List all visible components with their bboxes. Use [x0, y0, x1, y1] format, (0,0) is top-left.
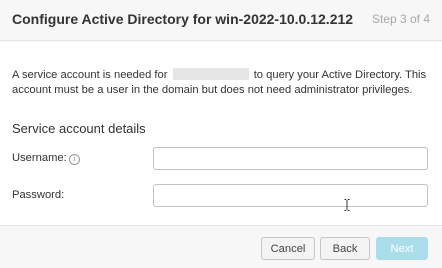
text-cursor-icon [344, 199, 350, 211]
username-label: Username: i [12, 152, 80, 165]
password-label: Password: [12, 189, 65, 201]
description-text: A service account is needed for to query… [12, 68, 432, 97]
next-button[interactable]: Next [376, 237, 428, 260]
username-input[interactable] [153, 147, 428, 170]
dialog-title: Configure Active Directory for win-2022-… [12, 11, 354, 27]
password-input[interactable] [153, 184, 428, 207]
section-title: Service account details [12, 121, 146, 136]
configure-ad-dialog: Configure Active Directory for win-2022-… [0, 0, 442, 268]
username-label-text: Username: [12, 152, 67, 164]
step-indicator: Step 3 of 4 [371, 12, 430, 26]
info-icon[interactable]: i [68, 154, 80, 165]
cancel-button[interactable]: Cancel [261, 237, 315, 260]
redacted-product-name [172, 68, 249, 80]
back-button[interactable]: Back [320, 237, 370, 260]
description-part1: A service account is needed for [12, 69, 168, 81]
dialog-footer: Cancel Back Next [0, 225, 442, 268]
dialog-header: Configure Active Directory for win-2022-… [0, 0, 442, 41]
